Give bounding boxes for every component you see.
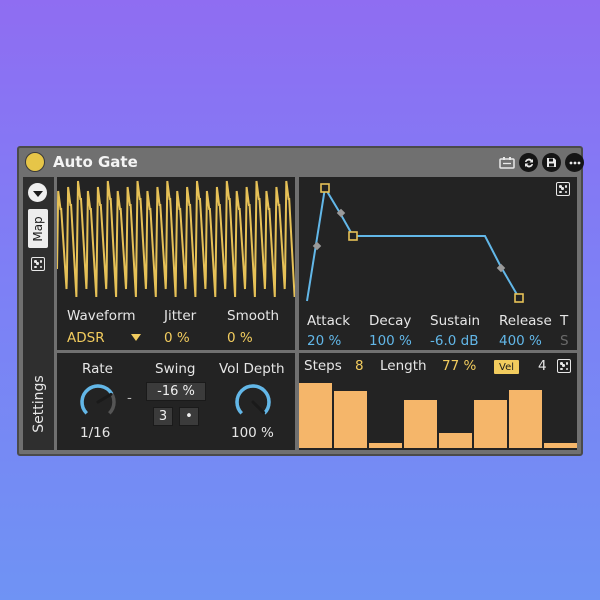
auto-gate-device: Auto Gate Map Settings Waveform Jitter S…	[17, 146, 584, 456]
envelope-dice-icon[interactable]	[556, 182, 570, 196]
count-value[interactable]: 4	[538, 358, 547, 374]
device-power-button[interactable]	[25, 152, 45, 172]
vol-depth-value: 100 %	[231, 425, 274, 441]
extra-param-label: T	[560, 313, 569, 329]
vol-depth-knob[interactable]	[233, 382, 273, 422]
sequencer-dice-icon[interactable]	[557, 359, 571, 373]
smooth-value[interactable]: 0 %	[227, 330, 253, 346]
smooth-label: Smooth	[227, 308, 280, 324]
release-label: Release	[499, 313, 552, 329]
adsr-envelope-display[interactable]	[299, 177, 577, 307]
sustain-label: Sustain	[430, 313, 481, 329]
settings-section-label: Settings	[30, 374, 47, 433]
more-icon[interactable]	[565, 153, 584, 172]
collapse-chevron-icon[interactable]	[28, 183, 47, 202]
decay-label: Decay	[369, 313, 412, 329]
save-icon[interactable]	[542, 153, 561, 172]
waveform-select[interactable]: ADSR	[67, 330, 105, 346]
steps-value[interactable]: 8	[355, 358, 364, 374]
map-button[interactable]: Map	[28, 209, 48, 248]
step-bar-8[interactable]	[544, 443, 577, 448]
jitter-value[interactable]: 0 %	[164, 330, 190, 346]
swing-value-field[interactable]: -16 %	[146, 382, 206, 401]
waveform-dropdown-icon[interactable]	[131, 334, 141, 341]
steps-label: Steps	[304, 358, 342, 374]
gate-waveform-display	[57, 180, 295, 298]
waveform-label: Waveform	[67, 308, 136, 324]
length-label: Length	[380, 358, 427, 374]
rate-label: Rate	[82, 361, 113, 377]
settings-panel: Rate 1/16 - Swing -16 % 3 • Vol Depth 10…	[57, 353, 295, 450]
swing-value: -16 %	[157, 384, 195, 399]
step-bar-4[interactable]	[404, 399, 437, 448]
map-button-label: Map	[31, 215, 45, 242]
step-bar-2[interactable]	[334, 390, 367, 448]
attack-handle[interactable]	[320, 183, 330, 193]
dotted-toggle[interactable]: •	[179, 407, 199, 426]
release-handle[interactable]	[514, 293, 524, 303]
decay-handle[interactable]	[348, 231, 358, 241]
attack-curve-handle[interactable]	[312, 241, 322, 251]
sustain-value[interactable]: -6.0 dB	[430, 333, 478, 349]
step-bar-5[interactable]	[439, 433, 472, 448]
attack-label: Attack	[307, 313, 351, 329]
swing-label: Swing	[155, 361, 196, 377]
tape-icon[interactable]	[497, 153, 516, 172]
step-bar-7[interactable]	[509, 389, 542, 448]
rate-knob[interactable]	[78, 382, 118, 422]
device-title: Auto Gate	[53, 153, 138, 171]
device-sidebar: Map Settings	[23, 177, 54, 450]
step-sequencer-panel: Steps 8 Length 77 % Vel 4	[299, 353, 577, 450]
step-bar-6[interactable]	[474, 399, 507, 448]
decay-value[interactable]: 100 %	[369, 333, 412, 349]
step-bar-1[interactable]	[299, 383, 332, 448]
triplet-toggle[interactable]: 3	[153, 407, 173, 426]
vol-depth-label: Vol Depth	[219, 361, 285, 377]
rate-value: 1/16	[80, 425, 111, 441]
release-value[interactable]: 400 %	[499, 333, 542, 349]
attack-value[interactable]: 20 %	[307, 333, 341, 349]
rate-swing-divider: -	[127, 390, 132, 406]
jitter-label: Jitter	[164, 308, 197, 324]
extra-param-value[interactable]: S	[560, 333, 569, 349]
refresh-icon[interactable]	[519, 153, 538, 172]
velocity-toggle[interactable]: Vel	[494, 360, 519, 374]
waveform-panel: Waveform Jitter Smooth ADSR 0 % 0 %	[57, 177, 295, 350]
envelope-panel: Attack Decay Sustain Release T 20 % 100 …	[299, 177, 577, 350]
step-bar-3[interactable]	[369, 443, 402, 448]
device-titlebar: Auto Gate	[19, 148, 584, 176]
length-value[interactable]: 77 %	[442, 358, 476, 374]
dice-icon[interactable]	[31, 257, 45, 271]
step-bars[interactable]	[299, 379, 577, 450]
